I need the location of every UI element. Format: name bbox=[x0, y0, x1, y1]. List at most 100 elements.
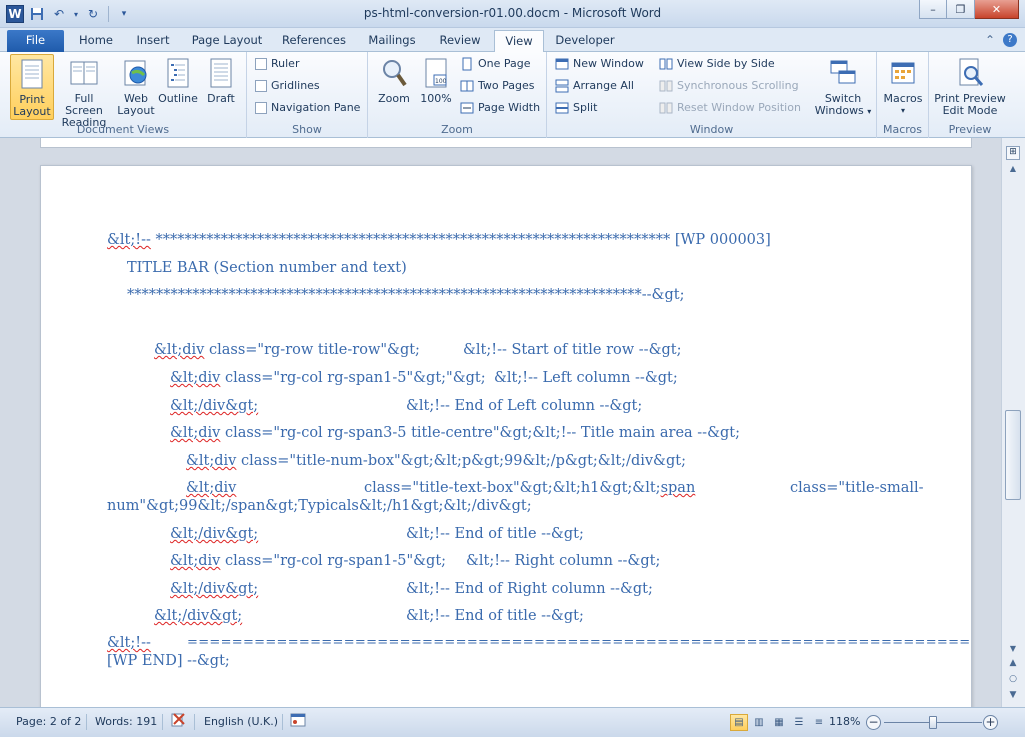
print-layout-view-icon[interactable]: ▤ bbox=[730, 714, 748, 731]
doc-line-13[interactable]: &lt;/div&gt; bbox=[170, 581, 258, 597]
doc-line-5-tag: &lt;div bbox=[170, 370, 221, 386]
doc-line-12[interactable]: &lt;div class="rg-col rg-span1-5"&gt; bbox=[170, 553, 446, 569]
full-screen-reading-view-icon[interactable]: ▥ bbox=[750, 714, 768, 731]
doc-line-12-class: class="rg-col rg-span1-5"&gt; bbox=[220, 553, 447, 569]
switch-windows-button[interactable]: Switch Windows ▾ bbox=[813, 54, 873, 120]
ruler-checkbox[interactable]: Ruler bbox=[255, 54, 299, 74]
scroll-down-icon[interactable]: ▼ bbox=[1006, 644, 1020, 656]
close-button[interactable]: ✕ bbox=[975, 0, 1019, 19]
full-screen-reading-button[interactable]: Full Screen Reading bbox=[56, 54, 112, 129]
view-ruler-icon[interactable]: ⊞ bbox=[1006, 146, 1020, 160]
zoom-in-button[interactable]: + bbox=[983, 715, 998, 730]
macros-button[interactable]: Macros ▾ bbox=[881, 54, 925, 120]
doc-line-10[interactable]: num"&gt;99&lt;/span&gt;Typicals&lt;/h1&g… bbox=[107, 498, 532, 514]
gridlines-check-box[interactable] bbox=[255, 80, 267, 92]
tab-home[interactable]: Home bbox=[72, 30, 120, 52]
web-layout-view-icon[interactable]: ▦ bbox=[770, 714, 788, 731]
doc-line-15[interactable]: &lt;!-- bbox=[107, 635, 151, 651]
page-width-button[interactable]: Page Width bbox=[460, 98, 540, 118]
proofing-icon[interactable] bbox=[170, 712, 188, 732]
tab-view[interactable]: View bbox=[494, 30, 544, 53]
doc-line-12-comment[interactable]: &lt;!-- Right column --&gt; bbox=[466, 553, 660, 569]
one-page-button[interactable]: One Page bbox=[460, 54, 531, 74]
doc-line-4-comment[interactable]: &lt;!-- Start of title row --&gt; bbox=[463, 342, 681, 358]
navigation-pane-checkbox[interactable]: Navigation Pane bbox=[255, 98, 360, 118]
ruler-check-box[interactable] bbox=[255, 58, 267, 70]
help-icon[interactable]: ? bbox=[1003, 33, 1017, 47]
page-width-label: Page Width bbox=[478, 101, 541, 114]
draft-button[interactable]: Draft bbox=[199, 54, 243, 120]
zoom-100-button[interactable]: 100 100% bbox=[414, 54, 458, 120]
vertical-scrollbar[interactable]: ⊞ ▲ ▼ ▲ ○ ▼ bbox=[1001, 138, 1025, 707]
doc-line-8[interactable]: &lt;div class="title-num-box"&gt;&lt;p&g… bbox=[186, 453, 686, 469]
print-layout-icon bbox=[21, 59, 43, 89]
doc-line-11[interactable]: &lt;/div&gt; bbox=[170, 526, 258, 542]
language[interactable]: English (U.K.) bbox=[204, 712, 278, 732]
doc-line-9-class-small[interactable]: class="title-small- bbox=[790, 480, 924, 496]
doc-line-3[interactable]: ****************************************… bbox=[127, 287, 684, 303]
page-count[interactable]: Page: 2 of 2 bbox=[16, 712, 81, 732]
doc-line-15-rule[interactable]: ========================================… bbox=[187, 635, 970, 650]
doc-line-4[interactable]: &lt;div class="rg-row title-row"&gt; bbox=[154, 342, 420, 358]
web-layout-button[interactable]: Web Layout bbox=[114, 54, 158, 120]
doc-line-1[interactable]: &lt;!-- ********************************… bbox=[107, 232, 771, 248]
select-browse-object-icon[interactable]: ○ bbox=[1006, 674, 1020, 686]
tab-review[interactable]: Review bbox=[434, 30, 486, 52]
doc-line-6-comment[interactable]: &lt;!-- End of Left column --&gt; bbox=[406, 398, 642, 414]
window-title: ps-html-conversion-r01.00.docm - Microso… bbox=[363, 6, 662, 20]
doc-line-5[interactable]: &lt;div class="rg-col rg-span1-5"&gt;"&g… bbox=[170, 370, 486, 386]
zoom-group-label: Zoom bbox=[441, 123, 473, 136]
zoom-out-button[interactable]: − bbox=[866, 715, 881, 730]
doc-line-11-comment[interactable]: &lt;!-- End of title --&gt; bbox=[406, 526, 584, 542]
doc-line-9-class[interactable]: class="title-text-box"&gt;&lt;h1&gt;&lt;… bbox=[364, 480, 695, 496]
doc-line-14-comment[interactable]: &lt;!-- End of title --&gt; bbox=[406, 608, 584, 624]
tab-file[interactable]: File bbox=[7, 30, 64, 52]
doc-line-14-tag: &lt;/div&gt; bbox=[154, 608, 243, 624]
doc-line-9-tag[interactable]: &lt;div bbox=[186, 480, 236, 496]
arrange-all-button[interactable]: Arrange All bbox=[555, 76, 634, 96]
macro-recording-icon[interactable] bbox=[290, 712, 306, 732]
switch-windows-icon bbox=[830, 60, 856, 84]
view-side-by-side-button[interactable]: View Side by Side bbox=[659, 54, 775, 74]
doc-line-14[interactable]: &lt;/div&gt; bbox=[154, 608, 242, 624]
document-area[interactable]: &lt;!-- ********************************… bbox=[0, 138, 1001, 707]
document-page[interactable]: &lt;!-- ********************************… bbox=[40, 165, 972, 707]
scroll-up-icon[interactable]: ▲ bbox=[1006, 164, 1020, 176]
tab-references[interactable]: References bbox=[278, 30, 350, 52]
two-pages-button[interactable]: Two Pages bbox=[460, 76, 534, 96]
zoom-button[interactable]: Zoom bbox=[372, 54, 416, 120]
doc-line-13-tag: &lt;/div&gt; bbox=[170, 581, 259, 597]
minimize-button[interactable]: – bbox=[919, 0, 947, 19]
zoom-slider-thumb[interactable] bbox=[929, 716, 937, 729]
status-separator bbox=[194, 714, 195, 730]
outline-button[interactable]: Outline bbox=[156, 54, 200, 120]
gridlines-checkbox[interactable]: Gridlines bbox=[255, 76, 320, 96]
next-page-icon[interactable]: ▼ bbox=[1006, 690, 1020, 702]
tab-page-layout[interactable]: Page Layout bbox=[188, 30, 266, 52]
split-button[interactable]: Split bbox=[555, 98, 597, 118]
tab-insert[interactable]: Insert bbox=[128, 30, 178, 52]
tab-developer[interactable]: Developer bbox=[552, 30, 618, 52]
word-count[interactable]: Words: 191 bbox=[95, 712, 157, 732]
side-by-side-icon bbox=[659, 58, 673, 70]
scroll-thumb[interactable] bbox=[1005, 410, 1021, 500]
doc-line-13-comment[interactable]: &lt;!-- End of Right column --&gt; bbox=[406, 581, 653, 597]
previous-page-icon[interactable]: ▲ bbox=[1006, 658, 1020, 670]
tab-mailings[interactable]: Mailings bbox=[362, 30, 422, 52]
restore-button[interactable]: ❐ bbox=[947, 0, 975, 19]
doc-line-6[interactable]: &lt;/div&gt; bbox=[170, 398, 258, 414]
doc-line-2[interactable]: TITLE BAR (Section number and text) bbox=[127, 260, 407, 276]
print-preview-button[interactable]: Print Preview Edit Mode bbox=[931, 54, 1009, 120]
new-window-button[interactable]: New Window bbox=[555, 54, 644, 74]
doc-line-5-comment[interactable]: &lt;!-- Left column --&gt; bbox=[494, 370, 678, 386]
draft-view-icon[interactable]: ≡ bbox=[810, 714, 828, 731]
doc-line-6-tag: &lt;/div&gt; bbox=[170, 398, 259, 414]
zoom-level[interactable]: 118% bbox=[829, 712, 860, 732]
doc-line-16[interactable]: [WP END] --&gt; bbox=[107, 653, 230, 669]
minimize-ribbon-icon[interactable]: ⌃ bbox=[985, 33, 995, 47]
navigation-pane-check-box[interactable] bbox=[255, 102, 267, 114]
outline-view-icon[interactable]: ☰ bbox=[790, 714, 808, 731]
print-layout-button[interactable]: Print Layout bbox=[10, 54, 54, 120]
group-window: New Window Arrange All Split View Side b… bbox=[547, 52, 877, 138]
doc-line-7[interactable]: &lt;div class="rg-col rg-span3-5 title-c… bbox=[170, 425, 740, 441]
